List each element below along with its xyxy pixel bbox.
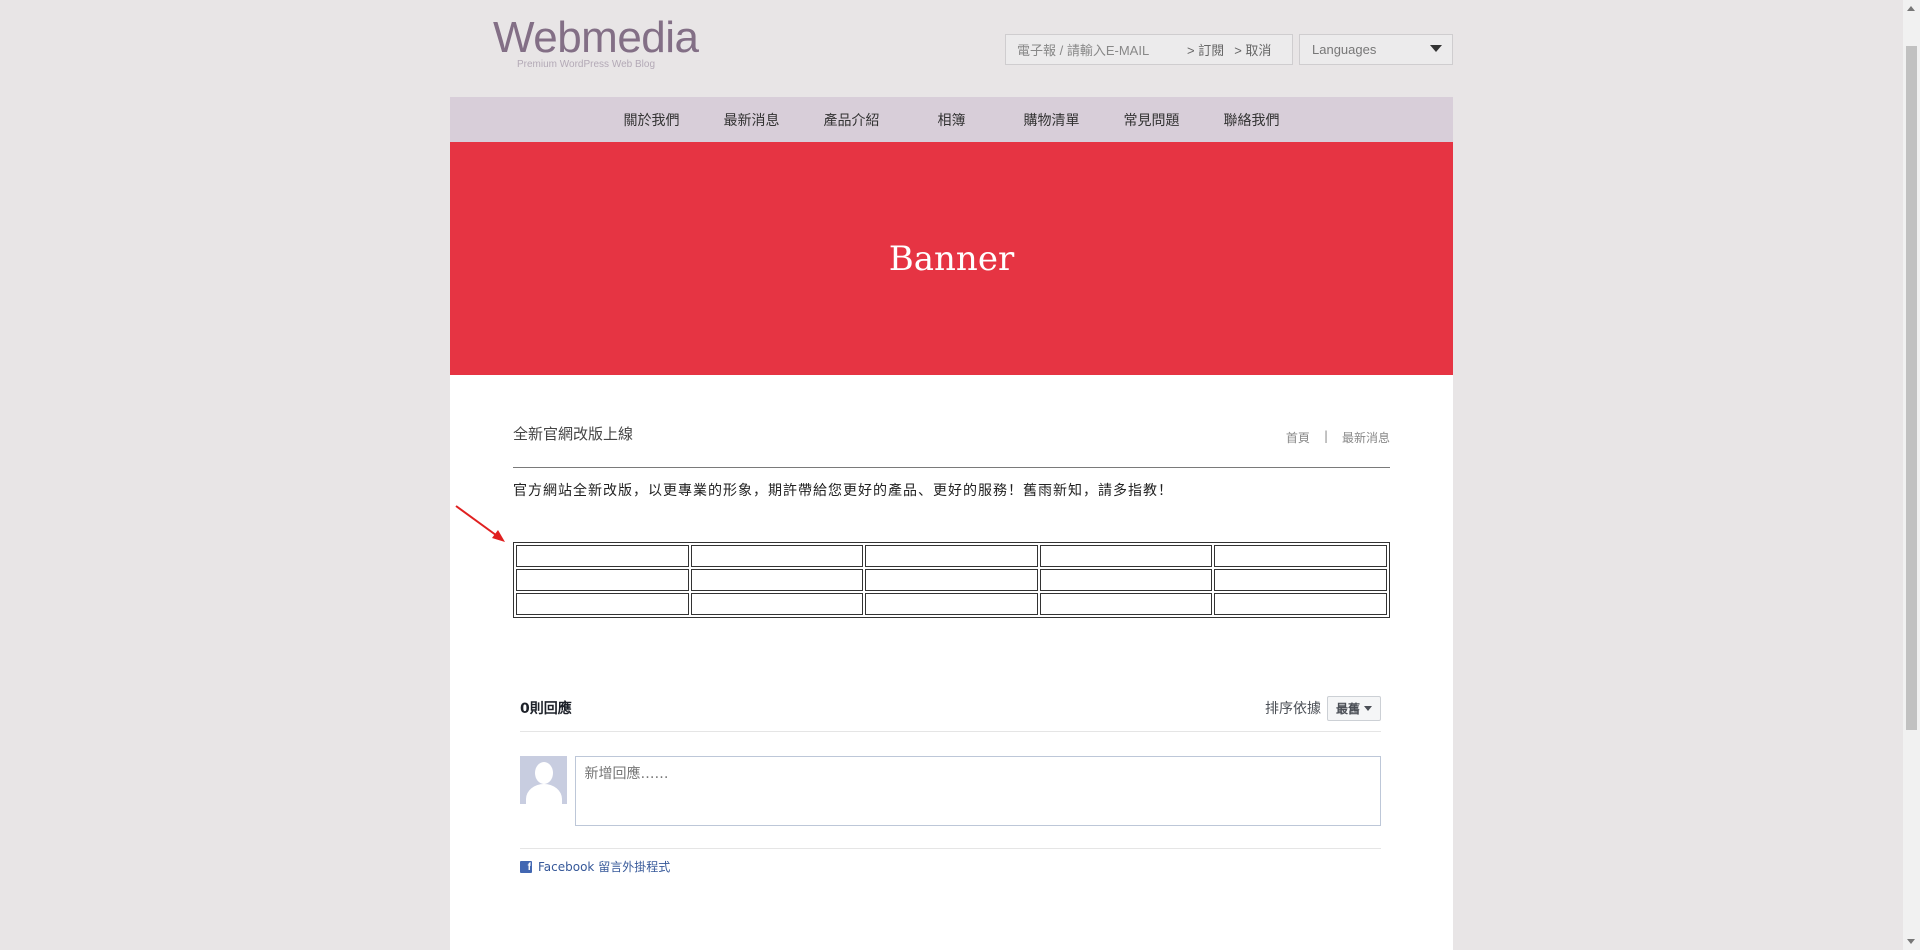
table-cell	[1039, 569, 1213, 591]
table-row	[516, 569, 1387, 591]
facebook-plugin-link[interactable]: Facebook 留言外掛程式	[538, 858, 670, 875]
nav-item-news[interactable]: 最新消息	[702, 110, 802, 130]
comment-count: 0則回應	[520, 701, 572, 717]
newsletter-box: 電子報 / 請輸入E-MAIL > 訂閱 > 取消	[1005, 34, 1293, 65]
table-cell	[516, 593, 689, 615]
breadcrumb: 首頁 | 最新消息	[1286, 429, 1390, 446]
avatar	[520, 756, 568, 804]
table-cell	[1039, 545, 1213, 567]
post-title: 全新官網改版上線	[513, 425, 634, 443]
table-cell	[1214, 569, 1387, 591]
empty-table	[513, 542, 1390, 618]
breadcrumb-home[interactable]: 首頁	[1286, 429, 1310, 446]
main-nav: 關於我們 最新消息 產品介紹 相簿 購物清單 常見問題 聯絡我們	[450, 97, 1453, 142]
table-cell	[1039, 593, 1213, 615]
facebook-comments: 0則回應 排序依據 最舊 f Facebook 留言外掛程式	[520, 693, 1381, 875]
title-divider	[513, 467, 1390, 468]
chevron-down-icon	[1364, 705, 1372, 711]
language-select-label: Languages	[1312, 42, 1377, 57]
nav-item-album[interactable]: 相簿	[902, 110, 1002, 130]
nav-item-contact[interactable]: 聯絡我們	[1202, 110, 1302, 130]
comments-footer: f Facebook 留言外掛程式	[520, 848, 1381, 875]
subscribe-link[interactable]: > 訂閱	[1187, 40, 1224, 59]
table-cell	[690, 569, 864, 591]
scroll-up-icon[interactable]	[1907, 6, 1915, 11]
nav-item-shopping-list[interactable]: 購物清單	[1002, 110, 1102, 130]
site-logo[interactable]: Webmedia Premium WordPress Web Blog	[493, 13, 713, 71]
sort-label: 排序依據	[1264, 701, 1321, 717]
language-select[interactable]: Languages	[1299, 34, 1453, 65]
nav-item-faq[interactable]: 常見問題	[1102, 110, 1202, 130]
scroll-thumb[interactable]	[1906, 46, 1917, 730]
table-cell	[690, 545, 864, 567]
comment-compose	[520, 756, 1381, 826]
facebook-icon: f	[520, 860, 532, 873]
banner-text: Banner	[888, 238, 1015, 279]
sort-value: 最舊	[1335, 701, 1360, 716]
table-cell	[1214, 545, 1387, 567]
table-row	[516, 593, 1387, 615]
banner: Banner	[450, 142, 1453, 375]
page: Webmedia Premium WordPress Web Blog 電子報 …	[450, 0, 1453, 950]
sort-dropdown[interactable]: 最舊	[1326, 695, 1381, 721]
nav-item-about[interactable]: 關於我們	[602, 110, 702, 130]
logo-title: Webmedia	[493, 13, 699, 62]
avatar-body	[526, 784, 562, 804]
comment-sort: 排序依據 最舊	[1264, 695, 1381, 721]
newsletter-email-input[interactable]: 電子報 / 請輸入E-MAIL	[1017, 40, 1177, 59]
chevron-down-icon	[1430, 45, 1442, 52]
post-body: 官方網站全新改版，以更專業的形象，期許帶給您更好的產品、更好的服務！舊雨新知，請…	[513, 483, 1173, 499]
breadcrumb-separator: |	[1323, 429, 1328, 443]
comment-input[interactable]	[575, 756, 1381, 826]
breadcrumb-news[interactable]: 最新消息	[1342, 429, 1390, 446]
table-cell	[516, 545, 689, 567]
comments-header: 0則回應 排序依據 最舊	[520, 693, 1381, 732]
annotation-arrow-icon	[455, 505, 505, 542]
table-cell	[865, 569, 1038, 591]
table-cell	[690, 593, 864, 615]
table-row	[516, 545, 1387, 567]
unsubscribe-link[interactable]: > 取消	[1234, 40, 1271, 59]
table-cell	[865, 545, 1038, 567]
avatar-head	[535, 762, 553, 784]
table-cell	[1214, 593, 1387, 615]
table-cell	[516, 569, 689, 591]
nav-item-products[interactable]: 產品介紹	[802, 110, 902, 130]
page-scrollbar[interactable]	[1903, 0, 1920, 950]
content-area: 全新官網改版上線 首頁 | 最新消息 官方網站全新改版，以更專業的形象，期許帶給…	[450, 375, 1453, 950]
scroll-down-icon[interactable]	[1907, 939, 1915, 944]
table-cell	[865, 593, 1038, 615]
